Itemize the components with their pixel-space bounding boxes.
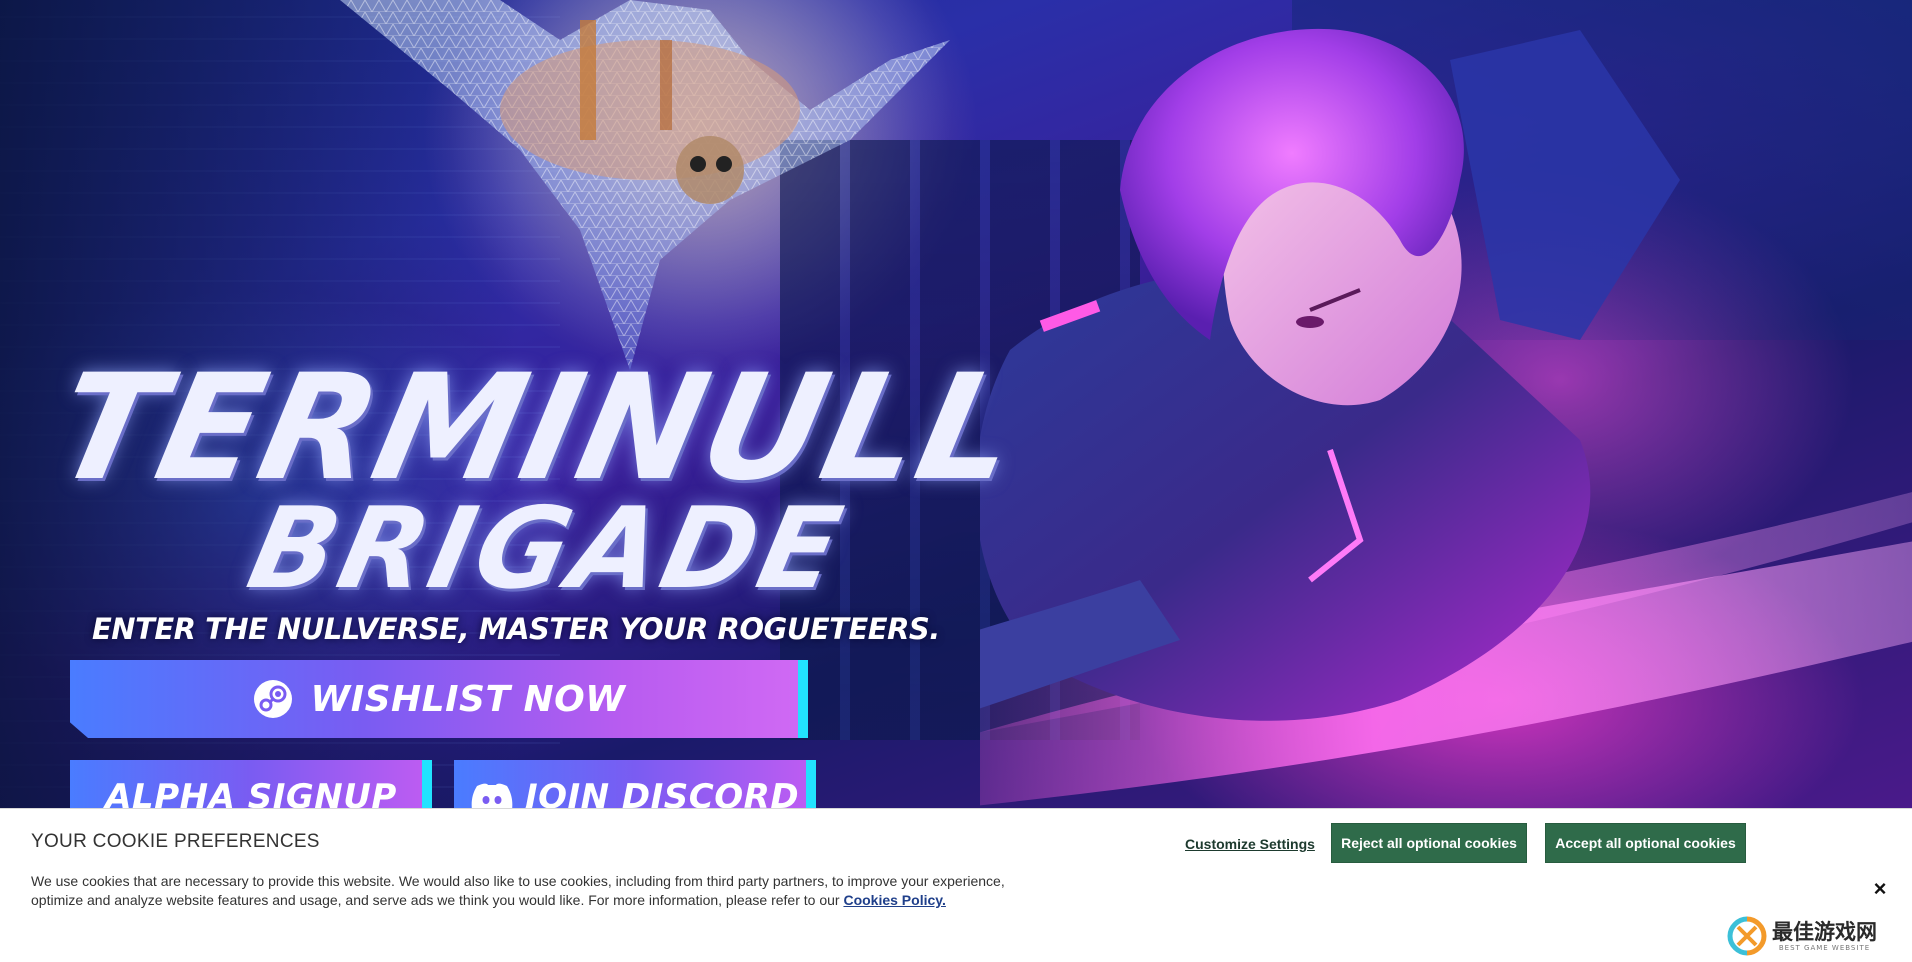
cookies-policy-link[interactable]: Cookies Policy. (843, 892, 945, 908)
discord-icon (471, 783, 513, 810)
game-logo: TERMINULL BRIGADE (30, 343, 1034, 615)
hero-banner: TERMINULL BRIGADE ENTER THE NULLVERSE, M… (0, 0, 1912, 810)
watermark-logo-icon (1727, 916, 1767, 956)
logo-title-line1: TERMINULL (41, 343, 1035, 513)
page: TERMINULL BRIGADE ENTER THE NULLVERSE, M… (0, 0, 1912, 962)
reject-cookies-button[interactable]: Reject all optional cookies (1331, 823, 1527, 863)
cookie-text-line2: optimize and analyze website features an… (31, 892, 840, 908)
alpha-signup-button[interactable]: ALPHA SIGNUP (70, 760, 432, 810)
watermark-title: 最佳游戏网 (1772, 920, 1877, 944)
wishlist-button-label: WISHLIST NOW (310, 678, 626, 720)
heroine-character-art (980, 28, 1912, 806)
hero-tagline: ENTER THE NULLVERSE, MASTER YOUR ROGUETE… (92, 612, 940, 646)
logo-title-line2: BRIGADE (238, 484, 856, 614)
customize-settings-button[interactable]: Customize Settings (1185, 836, 1315, 852)
cookie-text-line1: We use cookies that are necessary to pro… (31, 873, 1005, 889)
join-discord-button[interactable]: JOIN DISCORD (454, 760, 816, 810)
watermark-text: 最佳游戏网 BEST GAME WEBSITE (1772, 920, 1877, 952)
alpha-signup-label: ALPHA SIGNUP (105, 777, 397, 810)
crystal-island-art (340, 0, 950, 370)
site-watermark: 最佳游戏网 BEST GAME WEBSITE (1722, 912, 1908, 960)
watermark-subtitle: BEST GAME WEBSITE (1778, 944, 1871, 952)
steam-icon (253, 680, 292, 718)
cookie-banner-text: We use cookies that are necessary to pro… (31, 872, 1051, 910)
close-icon[interactable]: × (1870, 878, 1890, 900)
accept-cookies-button[interactable]: Accept all optional cookies (1545, 823, 1746, 863)
cookie-banner: YOUR COOKIE PREFERENCES We use cookies t… (0, 808, 1912, 962)
wishlist-button[interactable]: WISHLIST NOW (70, 660, 808, 738)
join-discord-label: JOIN DISCORD (524, 777, 800, 810)
cookie-banner-title: YOUR COOKIE PREFERENCES (31, 831, 320, 852)
